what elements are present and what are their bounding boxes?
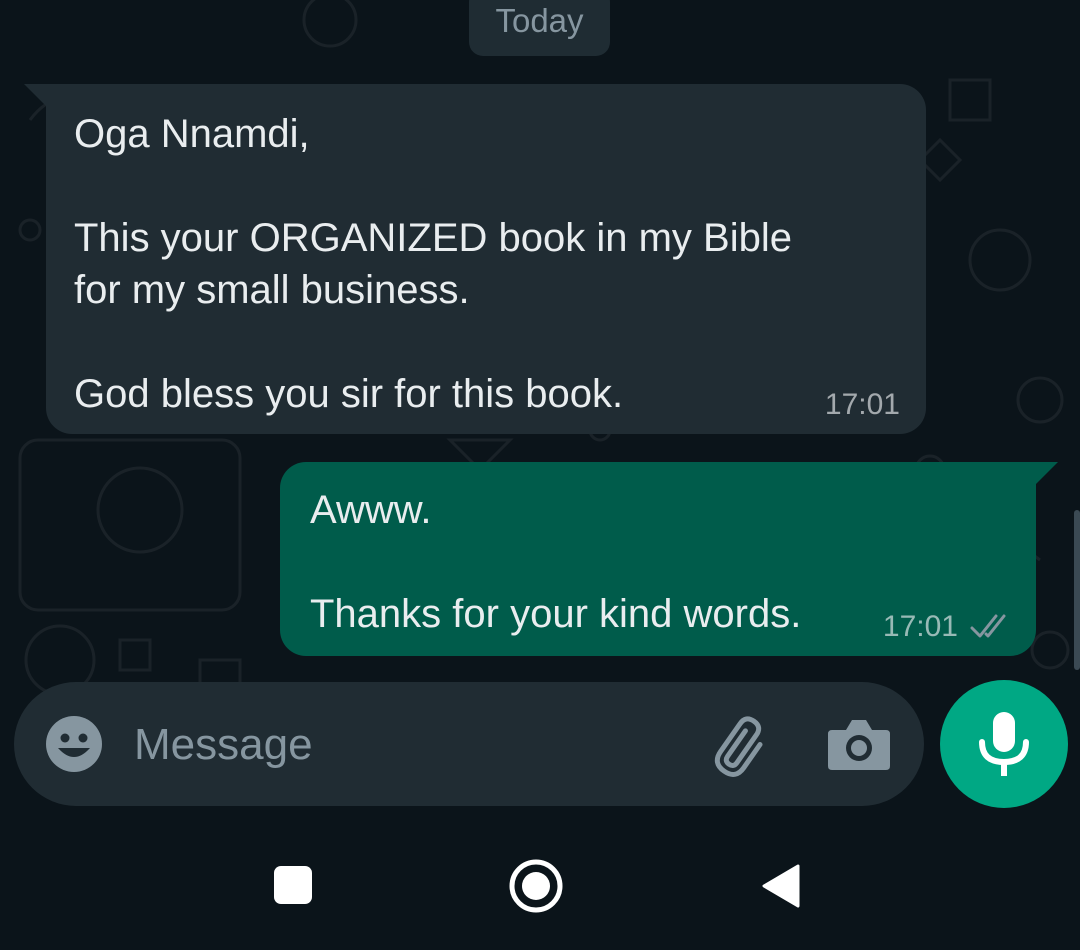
incoming-message-bubble[interactable]: Oga Nnamdi, This your ORGANIZED book in … [24, 84, 926, 434]
message-line: This your ORGANIZED book in my Bible [74, 216, 792, 260]
scrollbar[interactable] [1074, 510, 1080, 670]
emoji-icon[interactable] [44, 714, 104, 774]
date-chip: Today [469, 0, 610, 56]
message-line [74, 160, 898, 212]
message-line [310, 536, 1008, 588]
message-line [74, 316, 898, 368]
message-meta: 17:01 [825, 388, 900, 422]
camera-icon[interactable] [826, 716, 892, 772]
voice-message-button[interactable] [940, 680, 1068, 808]
message-input[interactable] [132, 710, 696, 780]
square-icon[interactable] [274, 866, 312, 904]
triangle-back-icon[interactable] [760, 862, 802, 910]
double-check-icon [970, 614, 1012, 640]
system-navigation-bar [0, 822, 1080, 950]
message-line: Awww. [310, 488, 432, 532]
message-meta: 17:01 [883, 610, 1012, 644]
message-timestamp: 17:01 [882, 610, 958, 643]
paperclip-icon[interactable] [708, 714, 772, 778]
bubble-tail [24, 84, 48, 108]
message-line: Oga Nnamdi, [74, 112, 310, 156]
chat-area[interactable]: Today Oga Nnamdi, This your ORGANIZED bo… [0, 0, 1080, 822]
message-timestamp: 17:01 [824, 388, 900, 421]
outgoing-message-bubble[interactable]: Awww. Thanks for your kind words. 17:01 [280, 462, 1058, 656]
bubble-tail [1034, 462, 1058, 486]
microphone-icon [979, 712, 1029, 776]
circle-icon[interactable] [508, 858, 564, 914]
message-composer [14, 682, 924, 806]
message-line: for my small business. [74, 268, 470, 312]
whatsapp-chat-screen: Today Oga Nnamdi, This your ORGANIZED bo… [0, 0, 1080, 950]
message-line: God bless you sir for this book. [74, 372, 624, 416]
